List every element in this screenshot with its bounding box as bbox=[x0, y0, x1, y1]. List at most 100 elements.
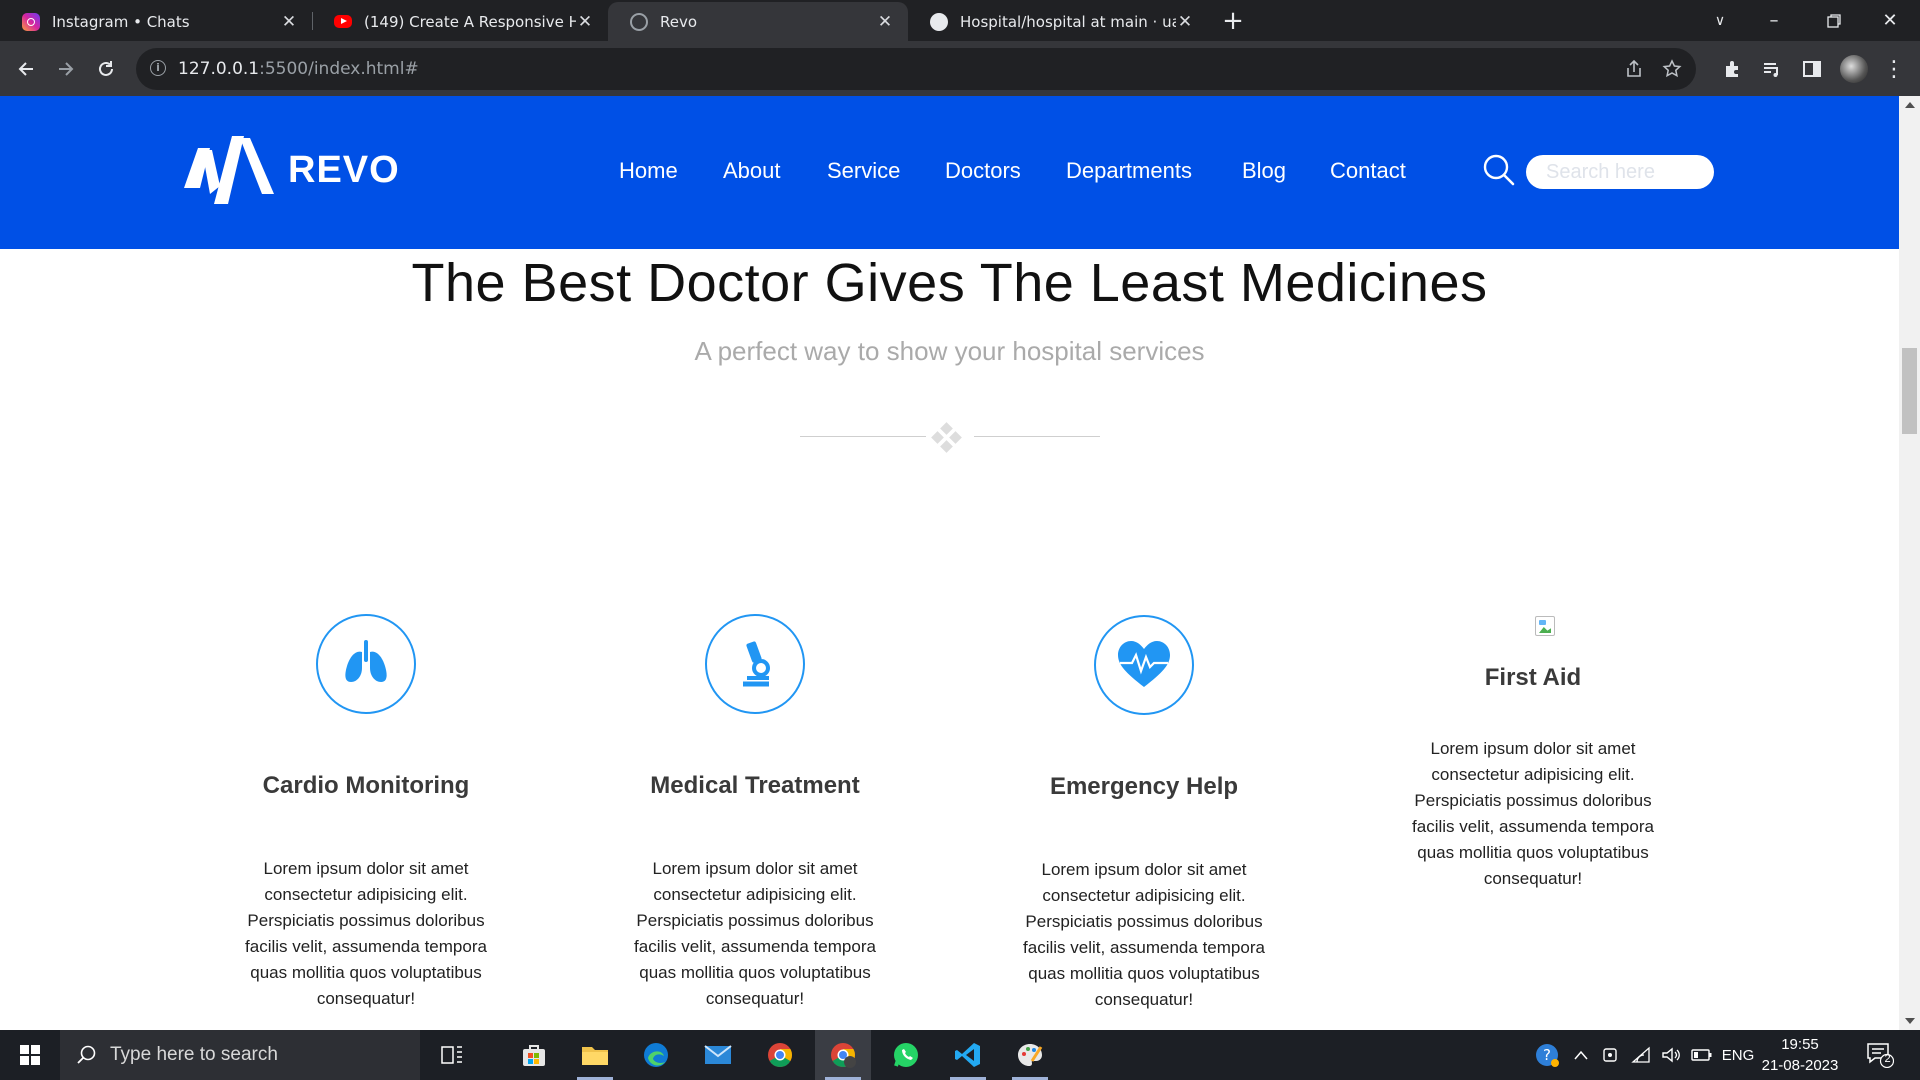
new-tab-button[interactable]: + bbox=[1216, 8, 1250, 36]
menu-kebab-icon[interactable]: ⋮ bbox=[1880, 55, 1908, 83]
help-icon[interactable]: ? bbox=[1530, 1030, 1564, 1080]
service-description: Lorem ipsum dolor sit amet consectetur a… bbox=[1412, 739, 1654, 888]
paint-app[interactable] bbox=[1002, 1030, 1058, 1080]
restore-button[interactable] bbox=[1806, 0, 1862, 41]
service-card-treatment: Medical Treatment Lorem ipsum dolor sit … bbox=[605, 614, 905, 1012]
service-title: Medical Treatment bbox=[650, 772, 860, 799]
broken-image-icon bbox=[1535, 616, 1555, 636]
minimize-button[interactable]: – bbox=[1746, 0, 1802, 41]
nav-doctors[interactable]: Doctors bbox=[945, 158, 1021, 184]
task-view-button[interactable] bbox=[424, 1030, 480, 1080]
mail-app[interactable] bbox=[690, 1030, 746, 1080]
arrow-right-icon bbox=[59, 62, 74, 76]
address-bar[interactable]: i 127.0.0.1:5500/index.html# bbox=[136, 48, 1696, 90]
start-button[interactable] bbox=[0, 1030, 60, 1080]
tab-search-chevron-icon[interactable]: ∨ bbox=[1692, 0, 1748, 41]
extensions-icon[interactable] bbox=[1718, 55, 1746, 83]
page-scrollbar[interactable] bbox=[1899, 96, 1920, 1030]
tab-instagram[interactable]: Instagram • Chats ✕ bbox=[0, 2, 312, 41]
nav-departments[interactable]: Departments bbox=[1066, 158, 1192, 184]
taskbar-search-placeholder: Type here to search bbox=[110, 1044, 278, 1065]
site-header: REVO Home About Service Doctors Departme… bbox=[0, 96, 1899, 249]
tab-youtube[interactable]: (149) Create A Responsive Hospit ✕ bbox=[312, 2, 608, 41]
close-window-button[interactable]: ✕ bbox=[1862, 0, 1918, 41]
side-panel-icon[interactable] bbox=[1798, 55, 1826, 83]
browser-toolbar: i 127.0.0.1:5500/index.html# ⋮ bbox=[0, 41, 1920, 96]
mail-icon bbox=[704, 1045, 732, 1064]
nav-blog[interactable]: Blog bbox=[1242, 158, 1286, 184]
media-control-icon[interactable] bbox=[1758, 55, 1786, 83]
service-icon-circle bbox=[1094, 615, 1194, 715]
tab-revo[interactable]: Revo ✕ bbox=[608, 2, 908, 41]
paint-palette-icon bbox=[1018, 1044, 1043, 1066]
globe-icon bbox=[630, 12, 648, 31]
scrollbar-thumb[interactable] bbox=[1902, 348, 1917, 434]
page-viewport: REVO Home About Service Doctors Departme… bbox=[0, 96, 1920, 1030]
whatsapp-icon bbox=[894, 1043, 918, 1067]
profile-avatar[interactable] bbox=[1840, 55, 1868, 83]
show-hidden-icons-chevron-icon[interactable] bbox=[1568, 1030, 1594, 1080]
meet-now-icon[interactable] bbox=[1598, 1030, 1624, 1080]
volume-icon[interactable] bbox=[1658, 1030, 1684, 1080]
service-description: Lorem ipsum dolor sit amet consectetur a… bbox=[245, 859, 487, 1008]
clock-date: 21-08-2023 bbox=[1761, 1057, 1839, 1074]
store-icon bbox=[523, 1045, 545, 1066]
chrome-icon bbox=[768, 1043, 792, 1068]
svg-text:?: ? bbox=[1543, 1046, 1551, 1064]
search-input[interactable] bbox=[1526, 155, 1714, 189]
input-language-indicator[interactable]: ENG bbox=[1720, 1030, 1756, 1080]
section-subtitle: A perfect way to show your hospital serv… bbox=[694, 336, 1205, 366]
url-host: 127.0.0.1 bbox=[178, 59, 260, 79]
site-info-icon[interactable]: i bbox=[150, 60, 166, 76]
taskbar-clock[interactable]: 19:55 21-08-2023 bbox=[1756, 1034, 1844, 1076]
nav-service[interactable]: Service bbox=[827, 158, 900, 184]
chrome-profile-app[interactable] bbox=[815, 1030, 871, 1080]
bookmark-star-icon[interactable] bbox=[1662, 59, 1682, 84]
service-card-first-aid: First Aid Lorem ipsum dolor sit amet con… bbox=[1383, 616, 1683, 892]
lungs-icon bbox=[345, 640, 387, 682]
wifi-icon[interactable] bbox=[1628, 1030, 1654, 1080]
close-icon[interactable]: ✕ bbox=[1176, 12, 1194, 32]
browser-tab-strip: Instagram • Chats ✕ (149) Create A Respo… bbox=[0, 0, 1920, 41]
scroll-down-arrow-icon[interactable] bbox=[1905, 1018, 1915, 1024]
nav-about[interactable]: About bbox=[723, 158, 781, 184]
logo-text: REVO bbox=[288, 148, 400, 191]
service-title: First Aid bbox=[1484, 664, 1582, 691]
service-card-cardio: Cardio Monitoring Lorem ipsum dolor sit … bbox=[216, 614, 516, 1012]
close-icon[interactable]: ✕ bbox=[576, 12, 594, 32]
share-icon[interactable] bbox=[1624, 59, 1644, 84]
chrome-app[interactable] bbox=[752, 1030, 808, 1080]
close-icon[interactable]: ✕ bbox=[280, 12, 298, 32]
edge-app[interactable] bbox=[628, 1030, 684, 1080]
vscode-app[interactable] bbox=[940, 1030, 996, 1080]
url-text: 127.0.0.1:5500/index.html# bbox=[178, 59, 419, 79]
whatsapp-app[interactable] bbox=[878, 1030, 934, 1080]
microsoft-store-app[interactable] bbox=[506, 1030, 562, 1080]
instagram-icon bbox=[22, 12, 40, 31]
arrow-left-icon bbox=[18, 62, 33, 76]
reload-button[interactable] bbox=[90, 53, 122, 85]
url-path: :5500/index.html# bbox=[259, 59, 419, 79]
service-description: Lorem ipsum dolor sit amet consectetur a… bbox=[1023, 860, 1265, 1009]
search-icon[interactable] bbox=[1482, 153, 1516, 191]
taskbar-search-box[interactable]: Type here to search bbox=[60, 1030, 420, 1080]
restore-icon bbox=[1827, 13, 1841, 28]
search-icon bbox=[77, 1045, 96, 1064]
windows-taskbar: Type here to search ? ENG 19:55 21-08-20… bbox=[0, 1030, 1920, 1080]
file-explorer-app[interactable] bbox=[567, 1030, 623, 1080]
service-title: Cardio Monitoring bbox=[262, 772, 470, 799]
scroll-up-arrow-icon[interactable] bbox=[1905, 102, 1915, 108]
back-button[interactable] bbox=[10, 53, 42, 85]
nav-home[interactable]: Home bbox=[619, 158, 678, 184]
nav-contact[interactable]: Contact bbox=[1330, 158, 1406, 184]
close-icon[interactable]: ✕ bbox=[876, 12, 894, 32]
tab-github[interactable]: Hospital/hospital at main · uakas ✕ bbox=[908, 2, 1208, 41]
github-icon bbox=[930, 12, 948, 31]
battery-icon[interactable] bbox=[1688, 1030, 1716, 1080]
divider-line-right bbox=[974, 436, 1100, 437]
revo-logo[interactable]: REVO bbox=[184, 134, 400, 206]
divider-line-left bbox=[800, 436, 926, 437]
forward-button[interactable] bbox=[50, 53, 82, 85]
notification-center-button[interactable]: 2 bbox=[1866, 1042, 1895, 1069]
folder-icon bbox=[582, 1047, 608, 1065]
